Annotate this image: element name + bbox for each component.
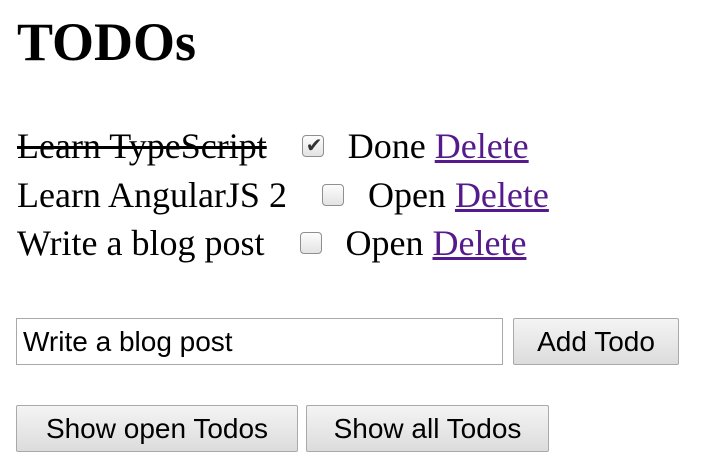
todo-text: Learn AngularJS 2 — [17, 174, 287, 215]
todo-list: Learn TypeScript ✔ Done Delete Learn Ang… — [17, 122, 549, 268]
show-all-todos-button[interactable]: Show all Todos — [306, 405, 549, 452]
page-title: TODOs — [17, 12, 197, 72]
todo-item: Learn AngularJS 2 Open Delete — [17, 171, 549, 220]
todo-done-checkbox[interactable]: ✔ — [301, 133, 324, 158]
delete-link[interactable]: Delete — [455, 171, 549, 219]
todo-status: Open — [367, 174, 446, 215]
todo-text: Learn TypeScript — [17, 126, 267, 167]
todo-done-checkbox[interactable] — [321, 183, 344, 206]
todo-status: Done — [347, 126, 426, 167]
new-todo-input[interactable] — [16, 318, 503, 365]
checkmark-icon: ✔ — [305, 133, 323, 158]
todo-app: TODOs Learn TypeScript ✔ Done Delete Lea… — [0, 0, 702, 469]
delete-link[interactable]: Delete — [432, 219, 526, 267]
show-open-todos-button[interactable]: Show open Todos — [16, 405, 298, 452]
todo-item: Learn TypeScript ✔ Done Delete — [17, 122, 549, 171]
add-todo-button[interactable]: Add Todo — [513, 318, 679, 365]
todo-done-checkbox[interactable] — [299, 232, 322, 255]
todo-item: Write a blog post Open Delete — [17, 219, 549, 268]
todo-status: Open — [345, 223, 424, 264]
todo-text: Write a blog post — [17, 223, 265, 264]
delete-link[interactable]: Delete — [435, 122, 529, 170]
